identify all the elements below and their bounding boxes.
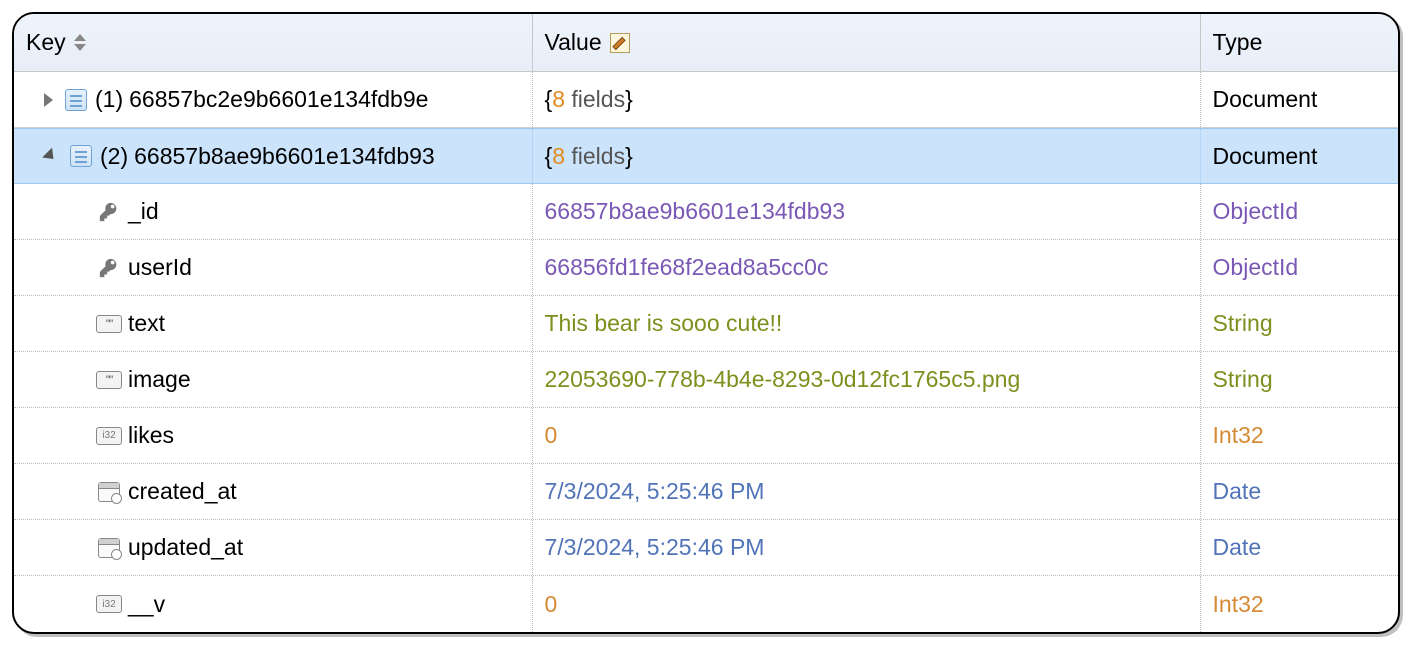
field-name: updated_at	[128, 534, 243, 561]
document-tree-panel: Key Value Type (1) 66857bc2e9b6601e134fd…	[12, 12, 1400, 634]
column-header-value[interactable]: Value	[533, 14, 1201, 71]
int32-icon: i32	[96, 425, 122, 447]
doc-id: 66857bc2e9b6601e134fdb9e	[129, 86, 428, 113]
field-value: 66857b8ae9b6601e134fdb93	[545, 198, 846, 225]
field-name: text	[128, 310, 165, 337]
column-header-type[interactable]: Type	[1201, 14, 1398, 71]
field-value: This bear is sooo cute!!	[545, 310, 783, 337]
column-header-key-label: Key	[26, 29, 66, 56]
doc-type: Document	[1213, 86, 1318, 113]
field-count: 8	[552, 143, 565, 169]
fields-word: fields	[571, 86, 625, 112]
column-header-key[interactable]: Key	[14, 14, 533, 71]
expand-toggle-icon[interactable]	[44, 93, 53, 107]
field-value: 7/3/2024, 5:25:46 PM	[545, 478, 765, 505]
field-type: Date	[1213, 534, 1262, 561]
field-type: Int32	[1213, 422, 1264, 449]
field-name: userId	[128, 254, 192, 281]
field-type: ObjectId	[1213, 198, 1299, 225]
table-row[interactable]: created_at 7/3/2024, 5:25:46 PM Date	[14, 464, 1398, 520]
table-header: Key Value Type	[14, 14, 1398, 72]
column-header-value-label: Value	[545, 29, 602, 56]
key-icon	[96, 201, 122, 223]
field-value: 0	[545, 422, 558, 449]
table-row[interactable]: (1) 66857bc2e9b6601e134fdb9e {8 fields} …	[14, 72, 1398, 128]
field-type: ObjectId	[1213, 254, 1299, 281]
doc-id: 66857b8ae9b6601e134fdb93	[134, 143, 435, 170]
table-row[interactable]: userId 66856fd1fe68f2ead8a5cc0c ObjectId	[14, 240, 1398, 296]
date-icon	[96, 481, 122, 503]
field-type: Date	[1213, 478, 1262, 505]
document-icon	[65, 89, 87, 111]
doc-index: (2)	[100, 143, 128, 170]
table-row[interactable]: (2) 66857b8ae9b6601e134fdb93 {8 fields} …	[14, 128, 1398, 184]
column-header-type-label: Type	[1213, 29, 1263, 56]
field-type: Int32	[1213, 591, 1264, 618]
document-icon	[70, 145, 92, 167]
key-icon	[96, 257, 122, 279]
int32-icon: i32	[96, 593, 122, 615]
field-type: String	[1213, 366, 1273, 393]
field-value: 0	[545, 591, 558, 618]
doc-index: (1)	[95, 86, 123, 113]
field-name: __v	[128, 591, 165, 618]
table-row[interactable]: _id 66857b8ae9b6601e134fdb93 ObjectId	[14, 184, 1398, 240]
fields-word: fields	[571, 143, 625, 169]
sort-icon[interactable]	[74, 34, 86, 51]
date-icon	[96, 537, 122, 559]
collapse-toggle-icon[interactable]	[42, 147, 58, 163]
doc-type: Document	[1213, 143, 1318, 170]
table-row[interactable]: i32 __v 0 Int32	[14, 576, 1398, 632]
field-type: String	[1213, 310, 1273, 337]
string-icon: ""	[96, 369, 122, 391]
table-row[interactable]: "" text This bear is sooo cute!! String	[14, 296, 1398, 352]
edit-icon[interactable]	[610, 33, 630, 53]
table-row[interactable]: "" image 22053690-778b-4b4e-8293-0d12fc176…	[14, 352, 1398, 408]
field-name: likes	[128, 422, 174, 449]
field-name: image	[128, 366, 191, 393]
table-row[interactable]: updated_at 7/3/2024, 5:25:46 PM Date	[14, 520, 1398, 576]
string-icon: ""	[96, 313, 122, 335]
field-count: 8	[552, 86, 565, 112]
field-name: _id	[128, 198, 159, 225]
field-value: 7/3/2024, 5:25:46 PM	[545, 534, 765, 561]
field-value: 22053690-778b-4b4e-8293-0d12fc1765c5.png	[545, 366, 1021, 393]
field-name: created_at	[128, 478, 237, 505]
table-row[interactable]: i32 likes 0 Int32	[14, 408, 1398, 464]
field-value: 66856fd1fe68f2ead8a5cc0c	[545, 254, 829, 281]
